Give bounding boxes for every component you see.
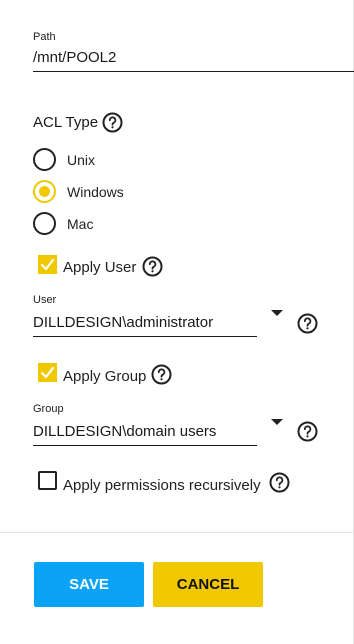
group-help-icon[interactable] xyxy=(297,421,318,442)
path-underline xyxy=(33,71,354,72)
path-value: /mnt/POOL2 xyxy=(33,49,117,66)
apply-group-checkbox[interactable] xyxy=(38,363,57,382)
apply-user-help-icon[interactable] xyxy=(142,256,163,277)
acl-radio-windows[interactable] xyxy=(33,180,56,203)
acl-radio-mac[interactable] xyxy=(33,212,56,235)
checkmark-icon xyxy=(40,258,55,271)
apply-user-checkbox[interactable] xyxy=(38,255,57,274)
cancel-button[interactable]: CANCEL xyxy=(153,562,263,607)
acl-radio-unix[interactable] xyxy=(33,148,56,171)
user-label: User xyxy=(33,294,57,306)
path-label: Path xyxy=(33,31,56,43)
permissions-form: Path /mnt/POOL2 ACL Type Unix Windows Ma… xyxy=(0,0,354,644)
apply-group-help-icon[interactable] xyxy=(151,364,172,385)
acl-type-label: ACL Type xyxy=(33,114,99,131)
group-caret-down-icon[interactable] xyxy=(271,419,283,425)
recursive-checkbox[interactable] xyxy=(38,471,57,490)
acl-option-unix-label: Unix xyxy=(67,152,96,168)
checkmark-icon xyxy=(40,366,55,379)
actions-divider xyxy=(0,532,353,533)
apply-user-label: Apply User xyxy=(63,259,137,276)
acl-type-help-icon[interactable] xyxy=(102,112,123,133)
user-select-value[interactable]: DILLDESIGN\administrator xyxy=(33,314,213,331)
apply-group-label: Apply Group xyxy=(63,368,147,385)
group-label: Group xyxy=(33,403,64,415)
group-select-underline xyxy=(33,445,257,446)
user-select-underline xyxy=(33,336,257,337)
user-help-icon[interactable] xyxy=(297,313,318,334)
recursive-label: Apply permissions recursively xyxy=(63,477,261,494)
save-button[interactable]: SAVE xyxy=(34,562,144,607)
user-caret-down-icon[interactable] xyxy=(271,310,283,316)
acl-option-windows-label: Windows xyxy=(67,184,124,200)
group-select-value[interactable]: DILLDESIGN\domain users xyxy=(33,423,216,440)
recursive-help-icon[interactable] xyxy=(269,472,290,493)
acl-option-mac-label: Mac xyxy=(67,216,94,232)
